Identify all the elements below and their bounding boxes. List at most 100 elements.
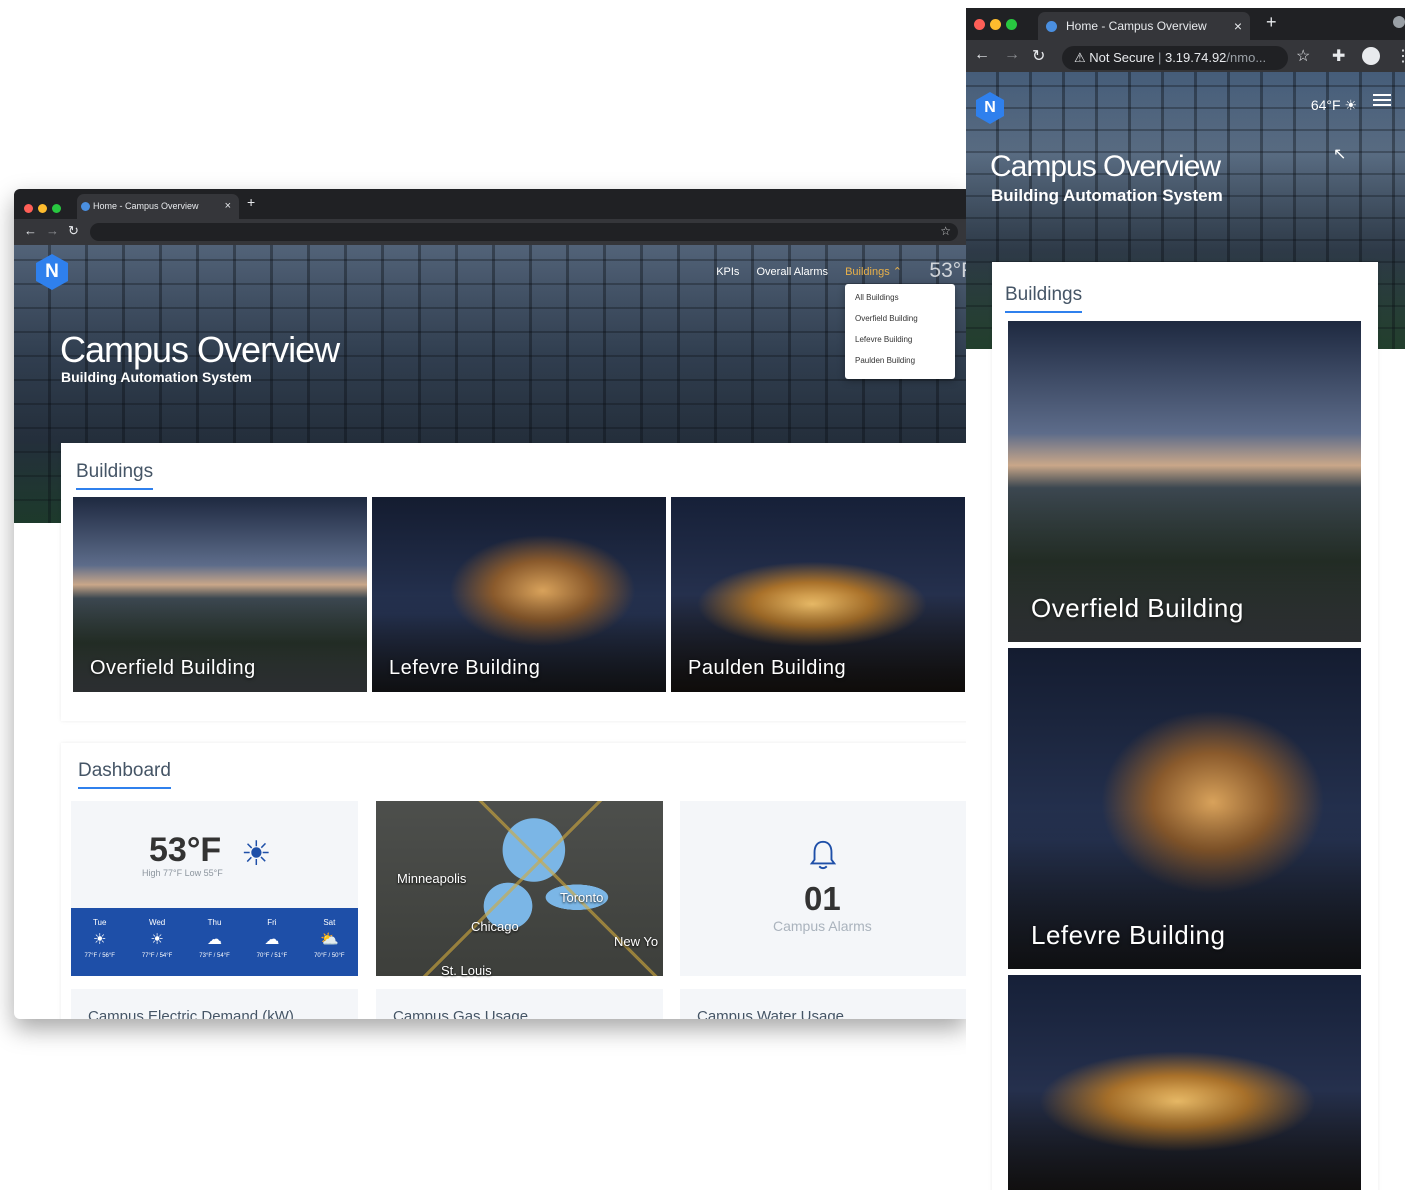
tab-title: Home - Campus Overview — [93, 201, 199, 211]
hero-title: Campus Overview — [60, 329, 340, 370]
dropdown-item-paulden[interactable]: Paulden Building — [845, 351, 955, 372]
building-name: Lefevre Building — [1031, 920, 1226, 950]
hero-subtitle: Building Automation System — [991, 186, 1223, 205]
extensions-icon[interactable]: ✚ — [1332, 46, 1345, 66]
dropdown-item-overfield[interactable]: Overfield Building — [845, 309, 955, 330]
browser-tab-strip: Home - Campus Overview × + — [966, 8, 1405, 40]
profile-avatar-icon[interactable] — [1362, 47, 1380, 65]
building-name: Overfield Building — [1031, 593, 1244, 623]
forward-icon[interactable]: → — [46, 223, 59, 238]
more-menu-icon[interactable]: ⋮ — [1395, 46, 1405, 66]
buildings-card: Buildings Overfield Building Lefevre Bui… — [992, 262, 1378, 1190]
map-label: Minneapolis — [397, 871, 467, 886]
browser-toolbar: ← → ↻ ☆ — [14, 219, 966, 245]
nav-kpis[interactable]: KPIs — [716, 266, 739, 278]
rain-icon: ☁ — [207, 931, 223, 948]
building-name: Lefevre Building — [389, 657, 541, 679]
browser-toolbar: ← → ↻ ⚠ Not Secure | 3.19.74.92/nmo... ☆… — [966, 40, 1405, 72]
maximize-window-button[interactable] — [52, 204, 61, 213]
maximize-window-button[interactable] — [1006, 19, 1017, 30]
electric-demand-widget[interactable]: Campus Electric Demand (kW) — [71, 989, 358, 1019]
weather-widget[interactable]: 53°F High 77°F Low 55°F ☀ Tue ☀ 77°F / 56°… — [71, 801, 358, 976]
browser-tab-strip: Home - Campus Overview × + — [14, 189, 966, 219]
forecast-day: Thu ☁ 73°F / 54°F — [186, 908, 243, 976]
tab-close-icon[interactable]: × — [1234, 12, 1242, 40]
building-tile-lefevre[interactable]: Lefevre Building — [1008, 648, 1361, 969]
bookmark-star-icon[interactable]: ☆ — [940, 224, 951, 238]
building-tile-lefevre[interactable]: Lefevre Building — [372, 497, 666, 692]
partly-cloudy-icon: ⛅ — [319, 931, 339, 948]
widget-title: Campus Gas Usage — [393, 1008, 529, 1019]
forecast-day: Fri ☁ 70°F / 51°F — [243, 908, 300, 976]
buildings-card: Buildings Overfield Building Lefevre Bui… — [61, 443, 966, 721]
window-controls — [974, 17, 1022, 35]
back-icon[interactable]: ← — [24, 223, 37, 238]
weather-forecast: Tue ☀ 77°F / 56°F Wed ☀ 77°F / 54°F Thu ☁ 73°F… — [71, 908, 358, 976]
map-label: St. Louis — [441, 963, 492, 978]
widget-title: Campus Water Usage — [697, 1008, 844, 1019]
weather-high-low: High 77°F Low 55°F — [142, 868, 223, 878]
tab-search-icon[interactable] — [1393, 16, 1405, 28]
dashboard-card: Dashboard 53°F High 77°F Low 55°F ☀ Tue ☀… — [61, 743, 966, 1019]
favicon-icon — [81, 202, 90, 211]
rain-icon: ☁ — [264, 931, 280, 948]
address-path: /nmo... — [1226, 50, 1267, 65]
buildings-heading: Buildings — [1005, 284, 1083, 313]
address-bar[interactable]: ⚠ Not Secure | 3.19.74.92/nmo... — [1062, 46, 1288, 70]
mouse-cursor-icon: ↖ — [1333, 146, 1347, 163]
forecast-day: Tue ☀ 77°F / 56°F — [71, 908, 128, 976]
bookmark-star-icon[interactable]: ☆ — [1296, 46, 1310, 66]
back-icon[interactable]: ← — [974, 46, 990, 64]
sun-icon: ☀ — [241, 835, 272, 873]
building-tile-paulden[interactable]: Paulden Building — [671, 497, 965, 692]
hamburger-menu-icon[interactable] — [1373, 94, 1391, 106]
desktop-browser-window: Home - Campus Overview × + ← → ↻ ☆ N KPI… — [14, 189, 966, 1019]
browser-tab[interactable]: Home - Campus Overview × — [77, 194, 239, 219]
reload-icon[interactable]: ↻ — [1032, 46, 1045, 66]
alarm-count: 01 — [804, 880, 841, 917]
new-tab-button[interactable]: + — [1266, 12, 1277, 33]
close-window-button[interactable] — [974, 19, 985, 30]
buildings-dropdown-menu: All Buildings Overfield Building Lefevre… — [845, 284, 955, 379]
address-host: 3.19.74.92 — [1164, 50, 1227, 65]
building-tile-overfield[interactable]: Overfield Building — [73, 497, 367, 692]
water-usage-widget[interactable]: Campus Water Usage — [680, 989, 966, 1019]
map-label: Chicago — [471, 919, 519, 934]
sun-icon: ☀ — [150, 931, 164, 948]
browser-tab[interactable]: Home - Campus Overview × — [1038, 12, 1250, 40]
new-tab-button[interactable]: + — [247, 194, 255, 210]
gas-usage-widget[interactable]: Campus Gas Usage — [376, 989, 663, 1019]
weather-temperature: 53°F — [149, 831, 222, 869]
window-controls — [24, 200, 66, 218]
map-label: New Yo — [614, 934, 659, 949]
warning-icon: ⚠ — [1074, 50, 1086, 65]
dashboard-heading: Dashboard — [78, 760, 171, 789]
reload-icon[interactable]: ↻ — [68, 223, 79, 239]
close-window-button[interactable] — [24, 204, 33, 213]
minimize-window-button[interactable] — [990, 19, 1001, 30]
building-name: Paulden Building — [688, 657, 847, 679]
forward-icon[interactable]: → — [1004, 46, 1020, 64]
building-tile-overfield[interactable]: Overfield Building — [1008, 321, 1361, 642]
dropdown-item-lefevre[interactable]: Lefevre Building — [845, 330, 955, 351]
nav-buildings[interactable]: Buildings ⌃ — [845, 266, 902, 278]
mobile-browser-window: Home - Campus Overview × + ← → ↻ ⚠ Not S… — [966, 8, 1405, 1190]
radar-map[interactable]: Minneapolis Toronto Chicago New Yo St. L… — [376, 801, 663, 978]
buildings-heading: Buildings — [76, 461, 154, 490]
address-bar[interactable]: ☆ — [90, 223, 958, 241]
map-label: Toronto — [560, 890, 604, 905]
top-navigation: KPIs Overall Alarms Buildings ⌃ — [702, 265, 902, 278]
current-temperature: 53°F — [929, 259, 966, 282]
building-name: Overfield Building — [90, 657, 256, 679]
tab-close-icon[interactable]: × — [225, 194, 231, 219]
nav-overall-alarms[interactable]: Overall Alarms — [756, 266, 828, 278]
hero-subtitle: Building Automation System — [61, 369, 252, 385]
minimize-window-button[interactable] — [38, 204, 47, 213]
security-label: Not Secure — [1089, 50, 1155, 65]
current-temperature: 64°F ☀ — [1310, 97, 1357, 113]
building-tile-paulden[interactable] — [1008, 975, 1361, 1190]
campus-alarms-widget[interactable]: 01 Campus Alarms — [680, 801, 966, 976]
favicon-icon — [1046, 21, 1057, 32]
dropdown-item-all-buildings[interactable]: All Buildings — [845, 288, 955, 309]
forecast-day: Wed ☀ 77°F / 54°F — [128, 908, 185, 976]
